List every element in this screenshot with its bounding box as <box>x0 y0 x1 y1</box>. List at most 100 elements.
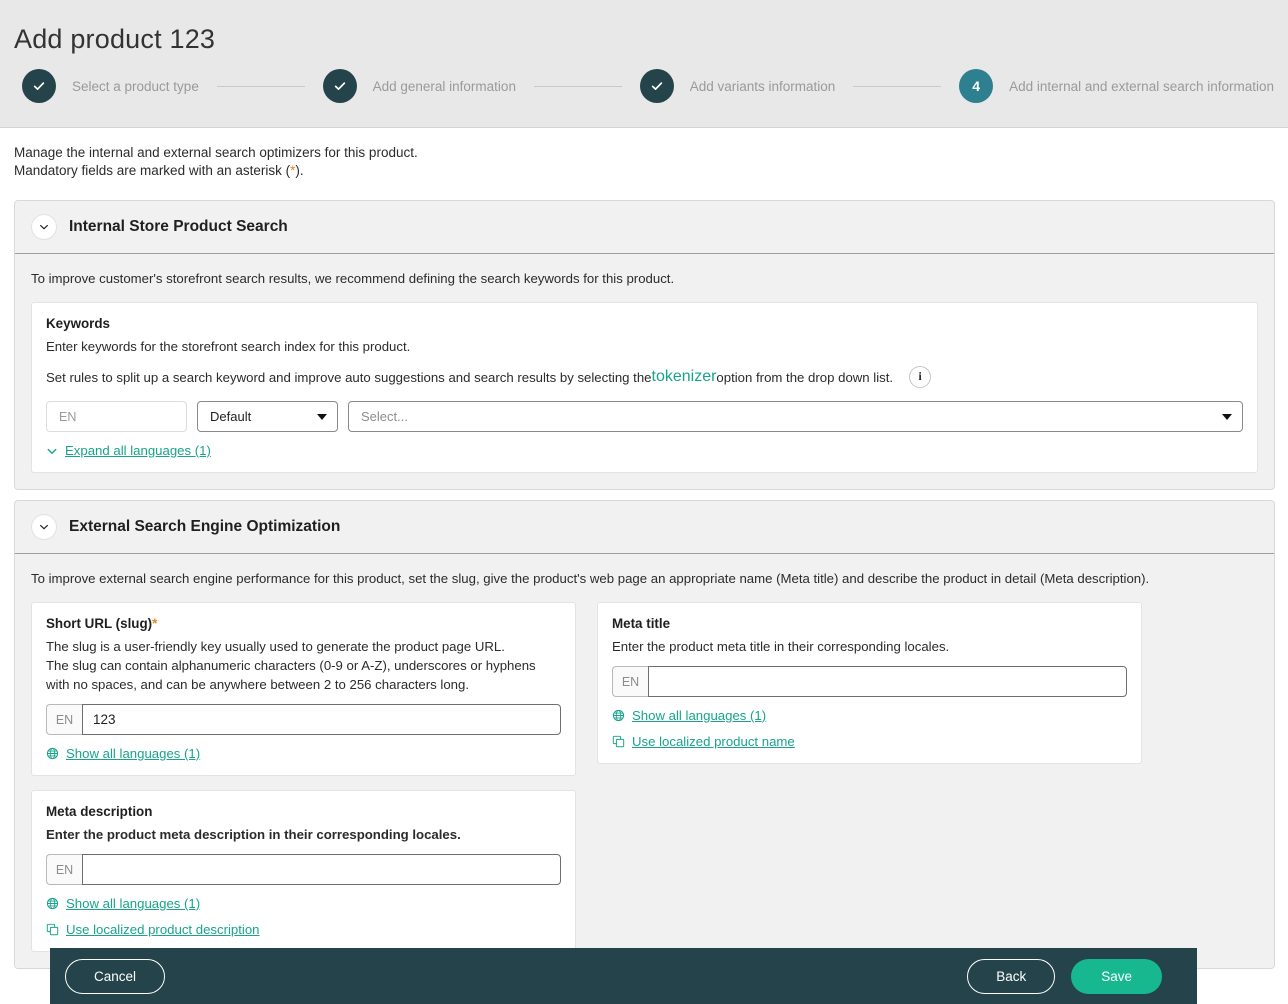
intro-text: Manage the internal and external search … <box>0 128 1288 190</box>
slug-locale-addon: EN <box>46 704 82 735</box>
keywords-select-placeholder: Select... <box>361 409 408 424</box>
use-localized-product-description-link[interactable]: Use localized product description <box>46 922 561 937</box>
slug-title: Short URL (slug)* <box>46 616 561 631</box>
globe-icon <box>46 747 59 760</box>
panel-external-header[interactable]: External Search Engine Optimization <box>15 501 1274 554</box>
meta-title-show-all-languages-link[interactable]: Show all languages (1) <box>612 708 1127 723</box>
panel-external-note: To improve external search engine perfor… <box>31 570 1258 588</box>
keywords-rule-row: Set rules to split up a search keyword a… <box>46 366 1243 388</box>
panel-internal-store-product-search: Internal Store Product Search To improve… <box>14 200 1275 490</box>
panel-external-search-engine-optimization: External Search Engine Optimization To i… <box>14 500 1275 969</box>
panel-external-title: External Search Engine Optimization <box>69 518 340 536</box>
slug-sub-1: The slug is a user-friendly key usually … <box>46 637 561 656</box>
panel-internal-title: Internal Store Product Search <box>69 218 288 236</box>
step-add-search-information[interactable]: 4 Add internal and external search infor… <box>959 69 1274 103</box>
intro-line-2-suffix: ). <box>295 163 303 178</box>
panel-internal-header[interactable]: Internal Store Product Search <box>15 201 1274 254</box>
meta-title-locale-addon: EN <box>612 666 648 697</box>
panel-internal-body: To improve customer's storefront search … <box>15 254 1274 489</box>
step-add-variants-information[interactable]: Add variants information <box>640 69 836 103</box>
external-left-column: Short URL (slug)* The slug is a user-fri… <box>31 588 576 952</box>
keywords-title: Keywords <box>46 316 1243 331</box>
meta-description-show-all-languages-label: Show all languages (1) <box>66 896 200 911</box>
step-2-circle <box>323 69 357 103</box>
step-connector-2 <box>534 86 622 87</box>
step-3-label: Add variants information <box>690 79 836 94</box>
use-localized-product-description-label: Use localized product description <box>66 922 260 937</box>
expand-all-languages-link[interactable]: Expand all languages (1) <box>46 443 1243 458</box>
globe-icon <box>46 897 59 910</box>
card-meta-title: Meta title Enter the product meta title … <box>597 602 1142 764</box>
globe-icon <box>612 709 625 722</box>
step-add-general-information[interactable]: Add general information <box>323 69 516 103</box>
keywords-locale-chip: EN <box>46 401 187 432</box>
back-button[interactable]: Back <box>967 959 1055 994</box>
keywords-field-row: EN Default Select... <box>46 401 1243 432</box>
keywords-rule-prefix: Set rules to split up a search keyword a… <box>46 370 652 385</box>
tokenizer-link[interactable]: tokenizer <box>652 368 717 386</box>
stepper: Select a product type Add general inform… <box>0 55 1288 103</box>
tokenizer-select[interactable]: Default <box>197 401 338 432</box>
chevron-down-glyph <box>38 521 50 533</box>
intro-line-2-prefix: Mandatory fields are marked with an aste… <box>14 163 290 178</box>
card-meta-description: Meta description Enter the product meta … <box>31 790 576 952</box>
copy-icon <box>46 923 59 936</box>
slug-title-label: Short URL (slug) <box>46 616 152 631</box>
external-right-column: Meta title Enter the product meta title … <box>597 588 1142 764</box>
meta-title-title: Meta title <box>612 616 1127 631</box>
slug-show-all-languages-label: Show all languages (1) <box>66 746 200 761</box>
card-keywords: Keywords Enter keywords for the storefro… <box>31 302 1258 473</box>
check-icon <box>333 79 347 93</box>
external-fields-grid: Short URL (slug)* The slug is a user-fri… <box>31 588 1258 952</box>
intro-line-1: Manage the internal and external search … <box>14 144 1274 162</box>
step-1-label: Select a product type <box>72 79 199 94</box>
use-localized-product-name-link[interactable]: Use localized product name <box>612 734 1127 749</box>
step-1-circle <box>22 69 56 103</box>
use-localized-product-name-label: Use localized product name <box>632 734 795 749</box>
slug-required-asterisk: * <box>152 616 157 631</box>
keywords-subtitle: Enter keywords for the storefront search… <box>46 337 1243 356</box>
meta-title-sub-1: Enter the product meta title in their co… <box>612 637 1127 656</box>
page-header: Add product 123 Select a product type Ad… <box>0 0 1288 128</box>
meta-description-locale-addon: EN <box>46 854 82 885</box>
slug-input-group: EN 123 <box>46 704 561 735</box>
chevron-down-icon <box>46 445 58 457</box>
card-short-url-slug: Short URL (slug)* The slug is a user-fri… <box>31 602 576 776</box>
chevron-down-icon <box>317 414 327 420</box>
step-3-circle <box>640 69 674 103</box>
meta-description-sub-1: Enter the product meta description in th… <box>46 825 561 844</box>
meta-description-show-all-languages-link[interactable]: Show all languages (1) <box>46 896 561 911</box>
chevron-down-glyph <box>38 221 50 233</box>
info-icon[interactable]: i <box>909 366 931 388</box>
tokenizer-select-value: Default <box>210 409 251 424</box>
meta-description-input-group: EN <box>46 854 561 885</box>
chevron-down-icon <box>1222 414 1232 420</box>
keywords-rule-suffix: option from the drop down list. <box>716 370 893 385</box>
footer-right-actions: Back Save <box>967 959 1162 994</box>
intro-line-2: Mandatory fields are marked with an aste… <box>14 162 1274 180</box>
slug-input[interactable]: 123 <box>82 704 561 735</box>
step-2-label: Add general information <box>373 79 516 94</box>
cancel-button[interactable]: Cancel <box>65 959 165 994</box>
step-connector-1 <box>217 86 305 87</box>
step-4-label: Add internal and external search informa… <box>1009 79 1274 94</box>
chevron-down-icon[interactable] <box>31 214 57 240</box>
meta-description-textarea[interactable] <box>82 854 561 885</box>
keywords-select[interactable]: Select... <box>348 401 1243 432</box>
footer-action-bar: Cancel Back Save <box>50 948 1197 1004</box>
slug-sub-2: The slug can contain alphanumeric charac… <box>46 656 561 694</box>
copy-icon <box>612 735 625 748</box>
save-button[interactable]: Save <box>1071 959 1162 994</box>
check-icon <box>32 79 46 93</box>
meta-title-input-group: EN <box>612 666 1127 697</box>
chevron-down-icon[interactable] <box>31 514 57 540</box>
step-select-product-type[interactable]: Select a product type <box>22 69 199 103</box>
panel-internal-note: To improve customer's storefront search … <box>31 270 1258 288</box>
meta-title-show-all-languages-label: Show all languages (1) <box>632 708 766 723</box>
page-title: Add product 123 <box>0 0 1288 55</box>
panel-external-body: To improve external search engine perfor… <box>15 554 1274 968</box>
slug-show-all-languages-link[interactable]: Show all languages (1) <box>46 746 561 761</box>
meta-title-input[interactable] <box>648 666 1127 697</box>
step-connector-3 <box>853 86 941 87</box>
meta-description-title: Meta description <box>46 804 561 819</box>
